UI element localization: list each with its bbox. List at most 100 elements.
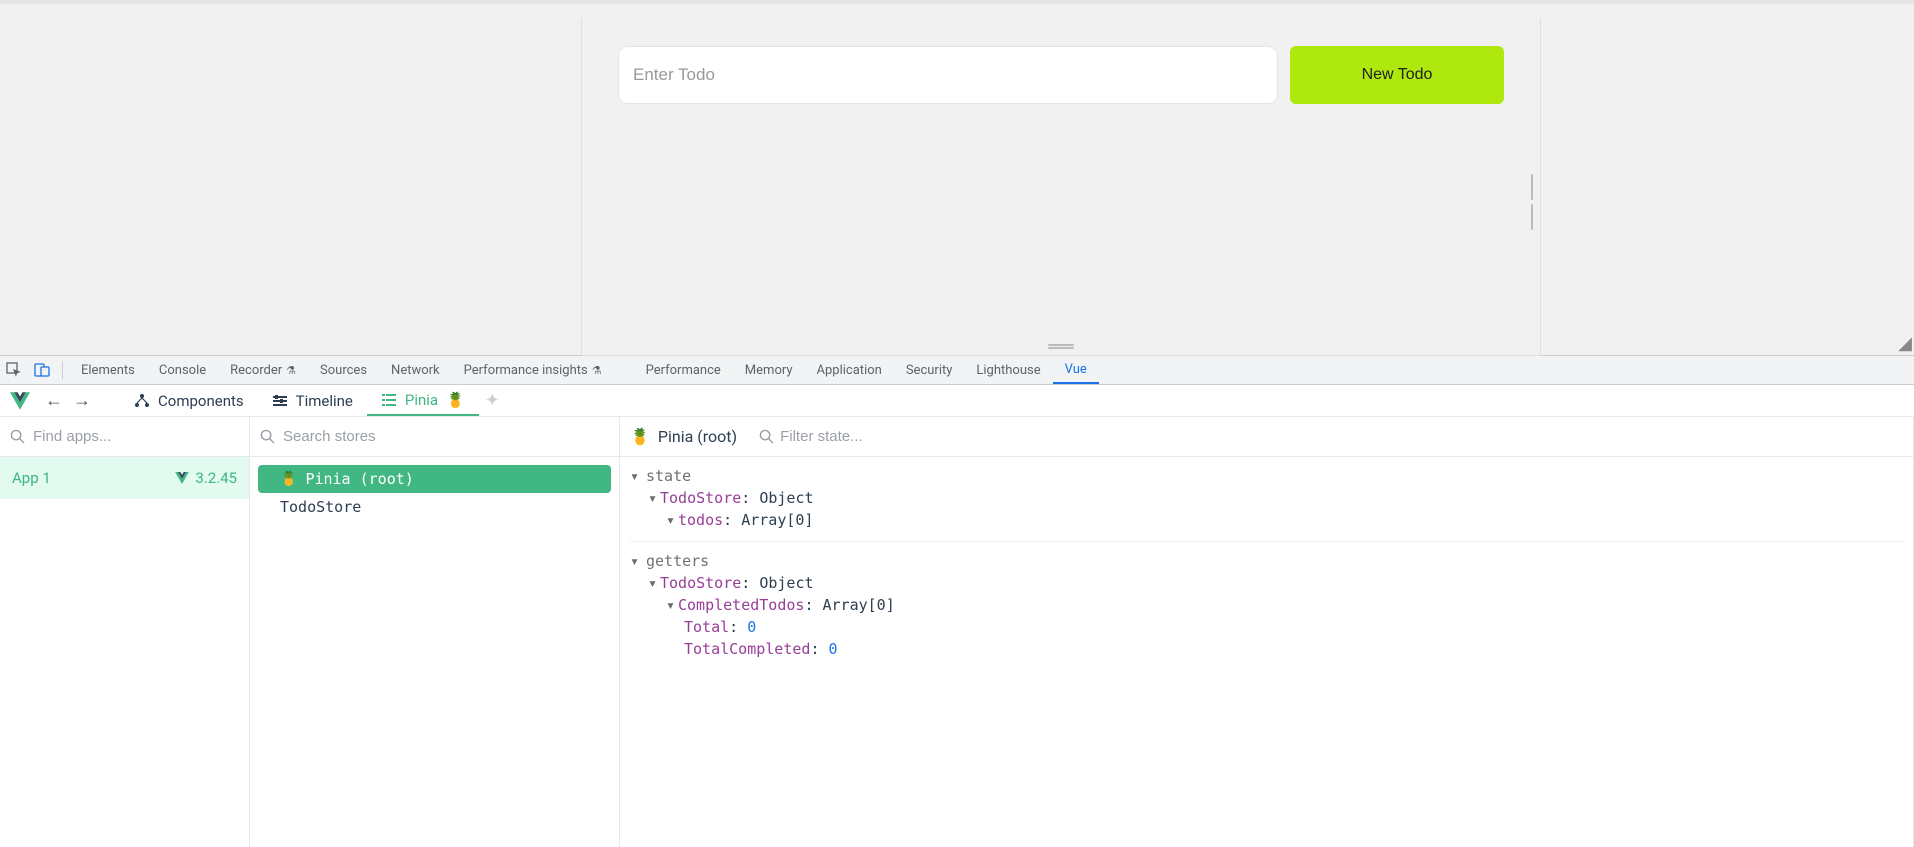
caret-down-icon: ▾ bbox=[630, 467, 642, 485]
search-icon bbox=[260, 429, 275, 444]
list-icon bbox=[381, 392, 397, 408]
tab-timeline-label: Timeline bbox=[296, 392, 353, 410]
tab-elements[interactable]: Elements bbox=[69, 356, 147, 384]
vertical-resize-handle[interactable] bbox=[1530, 174, 1536, 200]
vue-logo-icon bbox=[175, 472, 189, 484]
search-icon bbox=[10, 429, 25, 444]
value-label: 0 bbox=[747, 618, 756, 636]
section-heading: state bbox=[642, 463, 691, 491]
filter-state-row bbox=[759, 428, 979, 445]
caret-down-icon: ▾ bbox=[666, 511, 678, 529]
tab-components-label: Components bbox=[158, 392, 244, 410]
type-label: : bbox=[804, 596, 822, 614]
tab-recorder[interactable]: Recorder⚗ bbox=[218, 356, 308, 384]
tab-memory[interactable]: Memory bbox=[733, 356, 805, 384]
todo-input[interactable] bbox=[618, 46, 1278, 104]
key-label: todos bbox=[678, 511, 723, 529]
store-item-root[interactable]: 🍍 Pinia (root) bbox=[258, 465, 611, 493]
type-label: Object bbox=[759, 489, 813, 507]
caret-down-icon: ▾ bbox=[648, 489, 660, 507]
store-item-label: Pinia (root) bbox=[305, 470, 413, 488]
value-label: 0 bbox=[829, 640, 838, 658]
pinia-icon: 🍍 bbox=[630, 427, 650, 446]
tree-node-todos[interactable]: ▾todos: Array[0] bbox=[630, 509, 1903, 531]
components-icon bbox=[134, 393, 150, 409]
back-button[interactable]: ← bbox=[40, 390, 68, 411]
app-list-item[interactable]: App 1 3.2.45 bbox=[0, 457, 249, 499]
find-apps-input[interactable] bbox=[33, 428, 239, 445]
type-label: Object bbox=[759, 574, 813, 592]
todo-input-row: New Todo bbox=[582, 18, 1540, 104]
type-label: : bbox=[741, 489, 759, 507]
caret-down-icon: ▾ bbox=[648, 574, 660, 592]
key-label: TotalCompleted bbox=[684, 640, 810, 658]
vue-logo-icon[interactable] bbox=[0, 392, 40, 410]
divider bbox=[630, 541, 1903, 542]
caret-down-icon: ▾ bbox=[666, 596, 678, 614]
sep: : bbox=[810, 640, 828, 658]
caret-down-icon: ▾ bbox=[630, 552, 642, 570]
devtools-tabstrip: Elements Console Recorder⚗ Sources Netwo… bbox=[0, 355, 1914, 385]
tab-application[interactable]: Application bbox=[805, 356, 894, 384]
search-stores-input[interactable] bbox=[283, 428, 609, 445]
apps-column: App 1 3.2.45 bbox=[0, 417, 250, 847]
tree-node-todostore[interactable]: ▾TodoStore: Object bbox=[630, 487, 1903, 509]
tab-components[interactable]: Components bbox=[120, 385, 258, 416]
tree-node-total[interactable]: Total: 0 bbox=[630, 616, 1903, 638]
tab-network[interactable]: Network bbox=[379, 356, 452, 384]
state-header: 🍍 Pinia (root) bbox=[620, 417, 1913, 457]
tab-perf-insights-label: Performance insights bbox=[464, 363, 588, 378]
section-heading: getters bbox=[642, 548, 709, 576]
tab-lighthouse[interactable]: Lighthouse bbox=[964, 356, 1052, 384]
type-label: Array[0] bbox=[823, 596, 895, 614]
key-label: TodoStore bbox=[660, 574, 741, 592]
tab-performance[interactable]: Performance bbox=[634, 356, 733, 384]
vue-devtools-panels: App 1 3.2.45 🍍 Pinia (root) TodoStore bbox=[0, 417, 1914, 847]
resize-corner-icon[interactable]: ◢ bbox=[1898, 335, 1912, 353]
filter-state-input[interactable] bbox=[780, 428, 979, 445]
page-content: New Todo ◢ bbox=[0, 0, 1914, 355]
section-getters[interactable]: ▾getters bbox=[630, 550, 1903, 572]
state-title: 🍍 Pinia (root) bbox=[630, 427, 737, 446]
device-toggle-icon[interactable] bbox=[28, 362, 56, 378]
tab-pinia-label: Pinia bbox=[405, 391, 438, 409]
timeline-icon bbox=[272, 393, 288, 409]
stores-column: 🍍 Pinia (root) TodoStore bbox=[250, 417, 620, 847]
tree-node-completed[interactable]: ▾CompletedTodos: Array[0] bbox=[630, 594, 1903, 616]
tab-security[interactable]: Security bbox=[894, 356, 965, 384]
section-state[interactable]: ▾state bbox=[630, 465, 1903, 487]
tab-vue[interactable]: Vue bbox=[1053, 356, 1099, 384]
apps-search-row bbox=[0, 417, 249, 457]
new-todo-button[interactable]: New Todo bbox=[1290, 46, 1504, 104]
pinia-icon: 🍍 bbox=[280, 471, 297, 487]
vue-devtools-bar: ← → Components Timeline Pinia 🍍 ✦ bbox=[0, 385, 1914, 417]
key-label: CompletedTodos bbox=[678, 596, 804, 614]
type-label: : bbox=[723, 511, 741, 529]
app-name-label: App 1 bbox=[12, 469, 51, 487]
inspect-icon[interactable] bbox=[0, 362, 28, 378]
separator bbox=[62, 361, 63, 379]
tree-node-total-completed[interactable]: TotalCompleted: 0 bbox=[630, 638, 1903, 660]
tab-pinia[interactable]: Pinia 🍍 bbox=[367, 385, 479, 416]
flask-icon: ⚗ bbox=[592, 364, 602, 377]
store-list: 🍍 Pinia (root) TodoStore bbox=[250, 457, 619, 521]
tab-sources[interactable]: Sources bbox=[308, 356, 379, 384]
pinia-icon: 🍍 bbox=[446, 391, 465, 409]
horizontal-resize-handle[interactable] bbox=[1048, 343, 1074, 349]
todo-app-card: New Todo bbox=[581, 18, 1541, 356]
store-item-label: TodoStore bbox=[280, 498, 361, 516]
store-item-todostore[interactable]: TodoStore bbox=[258, 493, 611, 521]
tab-recorder-label: Recorder bbox=[230, 363, 282, 378]
sep: : bbox=[729, 618, 747, 636]
tab-perf-insights[interactable]: Performance insights ⚗ bbox=[452, 356, 614, 384]
type-label: Array[0] bbox=[741, 511, 813, 529]
tab-console[interactable]: Console bbox=[147, 356, 218, 384]
extension-icon[interactable]: ✦ bbox=[485, 390, 500, 411]
tab-timeline[interactable]: Timeline bbox=[258, 385, 367, 416]
key-label: Total bbox=[684, 618, 729, 636]
app-version-label: 3.2.45 bbox=[195, 469, 237, 487]
app-version: 3.2.45 bbox=[175, 469, 237, 487]
state-body: ▾state ▾TodoStore: Object ▾todos: Array[… bbox=[620, 457, 1913, 660]
forward-button[interactable]: → bbox=[68, 390, 96, 411]
tree-node-todostore-getters[interactable]: ▾TodoStore: Object bbox=[630, 572, 1903, 594]
